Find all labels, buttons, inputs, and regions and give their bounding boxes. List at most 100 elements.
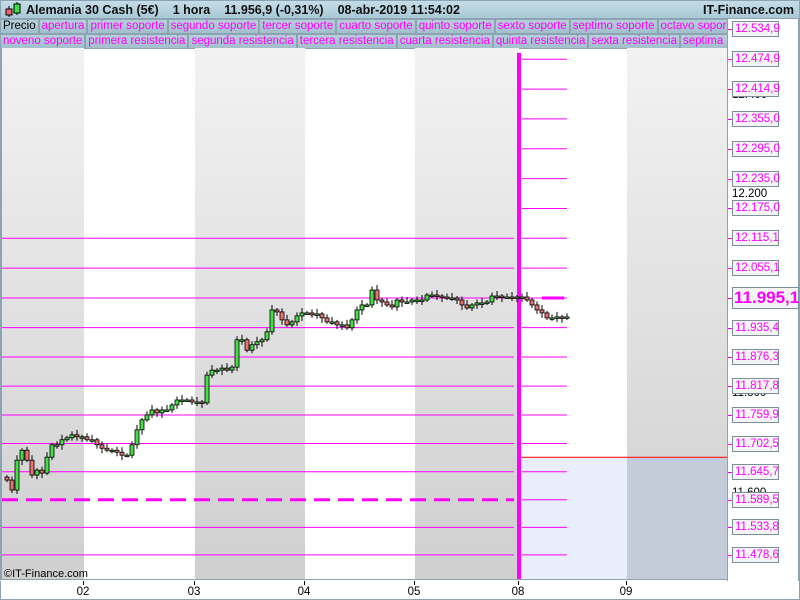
level-label: 12.355,0 — [732, 110, 780, 127]
candle-body — [49, 444, 55, 458]
tab-quinto-soporte[interactable]: quinto soporte — [415, 19, 495, 34]
candle-body — [509, 296, 515, 299]
candle-body — [564, 316, 570, 319]
timeframe[interactable]: 1 hora — [173, 3, 211, 17]
x-tick — [518, 581, 519, 585]
tab-quinta-resistencia[interactable]: quinta resistencia — [492, 34, 589, 49]
candle-body — [469, 304, 475, 309]
candle-body — [559, 316, 565, 319]
candle-body — [199, 401, 205, 404]
level-label: 11.817,8 — [732, 378, 779, 395]
candle-body — [444, 296, 450, 299]
candle-body — [214, 369, 220, 373]
candle-body — [489, 295, 495, 303]
level-label: 12.414,9 — [732, 81, 780, 98]
candle-body — [539, 309, 545, 314]
candle-body — [369, 289, 375, 306]
candle-body — [184, 399, 190, 402]
candle-body — [79, 436, 85, 439]
x-label: 08 — [511, 586, 525, 598]
candle-body — [374, 289, 380, 301]
candle-body — [84, 436, 90, 441]
tab-octavo-soporte[interactable]: octavo soporte — [657, 19, 727, 34]
candle-body — [9, 479, 15, 491]
candle-body — [34, 469, 40, 476]
candle-body — [354, 309, 360, 321]
candle-body — [44, 456, 50, 474]
candle-body — [224, 367, 230, 371]
candle-body — [434, 294, 440, 297]
tab-tercer-soporte[interactable]: tercer soporte — [259, 19, 337, 34]
candle-body — [519, 296, 525, 299]
candle-body — [94, 439, 100, 446]
tab-primer-soporte[interactable]: primer soporte — [87, 19, 168, 34]
candle-body — [114, 449, 120, 453]
level-label: 12.474,9 — [732, 51, 780, 68]
candle-body — [339, 324, 345, 327]
candle-body — [404, 301, 410, 304]
level-label: 12.534,9 — [732, 21, 780, 38]
candle-body — [459, 299, 465, 306]
tab-tercera-resistencia[interactable]: tercera resistencia — [296, 34, 397, 49]
candle-body — [274, 309, 280, 313]
candle-body — [24, 449, 30, 461]
candle-body — [64, 437, 70, 441]
x-label: 03 — [187, 586, 201, 598]
candle-body — [384, 301, 390, 306]
indicator-tabs-row2: noveno soporte primera resistencia segunda… — [0, 34, 727, 49]
candle-body — [464, 304, 470, 309]
candle-body — [139, 419, 145, 431]
candle-body — [169, 404, 175, 411]
tab-septima-resistencia[interactable]: septima resistencia — [680, 34, 727, 49]
tab-segunda-resistencia[interactable]: segunda resistencia — [188, 34, 297, 49]
candle-body — [89, 439, 95, 442]
candle-body — [279, 311, 285, 321]
x-tick — [304, 581, 305, 585]
tab-sexta-resistencia[interactable]: sexta resistencia — [588, 34, 680, 49]
candle-body — [14, 459, 20, 491]
candle-body — [364, 304, 370, 307]
tab-noveno-soporte[interactable]: noveno soporte — [0, 34, 86, 49]
tab-sexto-soporte[interactable]: sexto soporte — [494, 19, 570, 34]
tab-Precio[interactable]: Precio — [0, 19, 39, 34]
price-change: 11.956,9 (-0,31%) — [224, 2, 324, 17]
candle-body — [389, 304, 395, 308]
tab-segundo-soporte[interactable]: segundo soporte — [167, 19, 260, 34]
candle-body — [344, 324, 350, 329]
tab-apertura[interactable]: apertura — [38, 19, 88, 34]
candle-body — [69, 434, 75, 439]
price-axis[interactable]: 12.40012.20011.80011.60012.534,912.474,9… — [727, 19, 800, 581]
candle-body — [179, 399, 185, 402]
candle-body — [129, 444, 135, 456]
candle-body — [494, 295, 500, 298]
candle-body — [244, 339, 250, 351]
candle-body — [269, 309, 275, 333]
tab-cuarto-soporte[interactable]: cuarto soporte — [336, 19, 416, 34]
tab-cuarta-resistencia[interactable]: cuarta resistencia — [396, 34, 493, 49]
level-label: 12.115,1 — [732, 230, 779, 247]
candle-body — [409, 299, 415, 303]
tab-septimo-soporte[interactable]: septimo soporte — [569, 19, 658, 34]
candle-body — [239, 339, 245, 342]
datetime: 08-abr-2019 11:54:02 — [337, 2, 460, 17]
candle-body — [109, 449, 115, 453]
x-tick — [626, 581, 627, 585]
tab-primera-resistencia[interactable]: primera resistencia — [85, 34, 189, 49]
level-label: 11.876,3 — [732, 349, 779, 366]
candle-body — [484, 301, 490, 304]
x-label: 09 — [619, 586, 633, 598]
level-label: 11.533,8 — [732, 519, 779, 536]
candle-body — [284, 319, 290, 326]
candle-body — [174, 399, 180, 406]
candle-body — [379, 299, 385, 303]
x-tick — [414, 581, 415, 585]
level-label: 12.235,0 — [732, 170, 780, 187]
projection-zone — [627, 457, 727, 579]
candle-body — [319, 313, 325, 319]
price-tick: 12.200 — [732, 188, 768, 200]
time-axis: 02 03 04 05 08 09 — [0, 581, 800, 600]
current-level-label: 11.995,1 — [732, 286, 800, 309]
candle-body — [119, 451, 125, 456]
price-chart[interactable] — [0, 48, 727, 580]
candle-body — [454, 297, 460, 301]
